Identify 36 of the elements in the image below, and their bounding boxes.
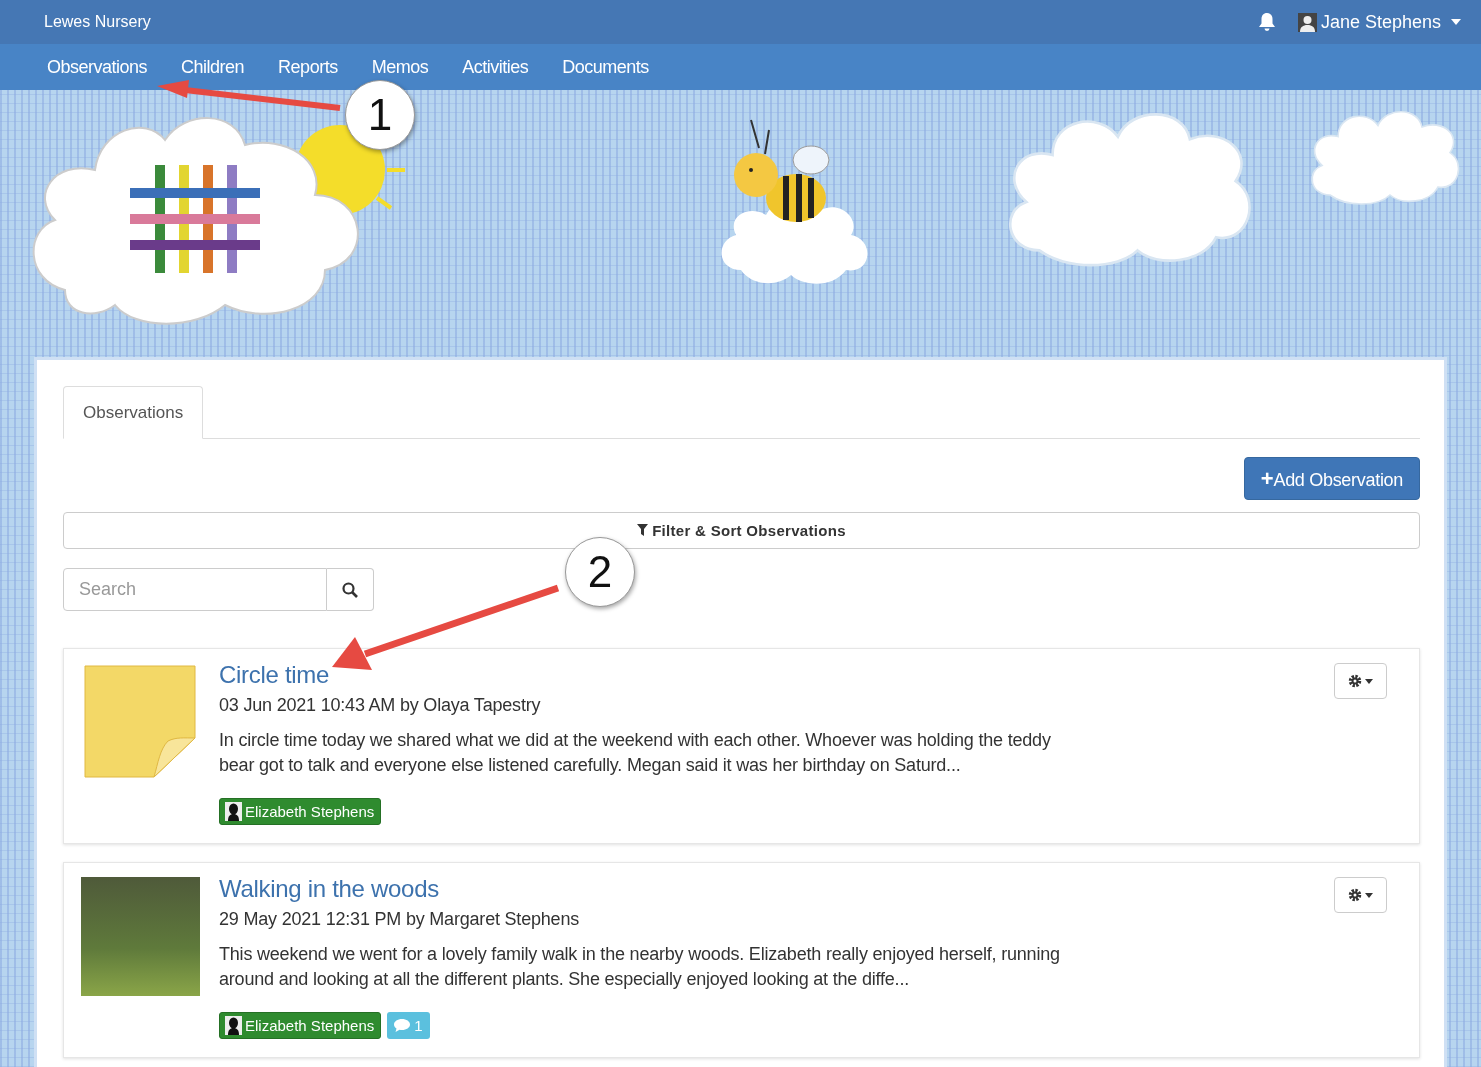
child-tag[interactable]: Elizabeth Stephens [219, 1012, 382, 1039]
gear-menu-button[interactable] [1334, 877, 1387, 913]
nav-link[interactable]: Activities [462, 57, 529, 77]
nav-link[interactable]: Documents [562, 57, 649, 77]
observation-meta: 29 May 2021 12:31 PM by Margaret Stephens [219, 909, 581, 930]
gear-icon [1348, 674, 1362, 688]
silhouette-icon [225, 802, 242, 821]
silhouette-icon [225, 1016, 242, 1035]
observation-title[interactable]: Circle time [219, 661, 1334, 689]
bell-icon[interactable] [1257, 12, 1276, 32]
caret-icon [1365, 678, 1373, 684]
user-menu[interactable]: Jane Stephens [1297, 11, 1461, 33]
avatar-icon [1297, 12, 1317, 32]
gear-menu-button[interactable] [1334, 663, 1387, 699]
gear-icon [1348, 888, 1362, 902]
funnel-icon [637, 524, 649, 536]
search-field[interactable]: Search [63, 568, 327, 611]
caret-icon [1365, 892, 1373, 898]
nav-link[interactable]: Observations [47, 57, 148, 77]
observation-text: This weekend we went for a lovely family walk in the nearby woods. Elizabeth really enjoyed herself, running around and looking at all the different plants. She especially enjoyed looking at the diffe... [219, 943, 1061, 991]
observation-title[interactable]: Walking in the woods [219, 875, 1334, 903]
sticky-note-icon [84, 665, 196, 778]
speech-bubble-icon [394, 1019, 411, 1032]
add-observation-button[interactable]: +Add Observation [1243, 457, 1420, 500]
nav-link[interactable]: Children [181, 57, 245, 77]
observation-meta: 03 Jun 2021 10:43 AM by Olaya Tapestry [219, 695, 542, 716]
nav-link[interactable]: Reports [278, 57, 338, 77]
brand-name[interactable]: Lewes Nursery [44, 13, 1258, 31]
tab[interactable]: Observations [63, 386, 204, 439]
nav-link[interactable]: Memos [371, 57, 429, 77]
observation-text: In circle time today we shared what we did at the weekend with each other. Whoever was holding the teddy bear got to talk and everyone else listened carefully. Megan said it was her birthday on Saturd... [219, 729, 1052, 777]
caret-icon [1451, 19, 1461, 25]
filter-sort-button[interactable]: Filter & Sort Observations [63, 512, 1420, 549]
child-tag[interactable]: Elizabeth Stephens [219, 798, 382, 825]
search-icon [342, 581, 358, 598]
search-button[interactable] [327, 568, 374, 611]
